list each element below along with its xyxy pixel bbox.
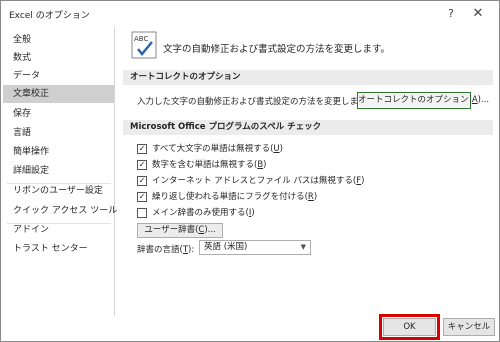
window-title: Excel のオプション — [9, 11, 90, 21]
sidebar-item-data[interactable]: データ — [3, 67, 114, 85]
sidebar-item-save[interactable]: 保存 — [3, 105, 114, 123]
abc-icon-text: ABC — [134, 35, 148, 43]
sidebar-item-advanced[interactable]: 詳細設定 — [3, 162, 114, 180]
main-dictionary-only-checkbox[interactable] — [137, 208, 147, 218]
options-sidebar: 全般 数式 データ 文章校正 保存 言語 簡単操作 詳細設定 リボンのユーザー設… — [3, 27, 138, 316]
sidebar-item-proofing[interactable]: 文章校正 — [3, 85, 114, 103]
cancel-button[interactable]: キャンセル — [443, 318, 495, 336]
abc-proofing-icon: ABC — [131, 31, 157, 59]
autocorrect-section-header: オートコレクトのオプション — [123, 70, 493, 85]
title-bar: Excel のオプション ? ✕ — [1, 1, 499, 27]
ignore-internet-paths-checkbox[interactable]: ✓ — [137, 176, 147, 186]
ignore-numbers-label: 数字を含む単語は無視する(B) — [152, 160, 267, 170]
ignore-numbers-checkbox[interactable]: ✓ — [137, 160, 147, 170]
proofing-panel: ABC 文字の自動修正および書式設定の方法を変更します。 オートコレクトのオプシ… — [117, 27, 497, 316]
autocorrect-options-button[interactable]: オートコレクトのオプション(A)... — [357, 92, 489, 109]
sidebar-item-quick-access-toolbar[interactable]: クイック アクセス ツール バー — [3, 202, 138, 220]
page-description: 文字の自動修正および書式設定の方法を変更します。 — [163, 44, 391, 55]
dictionary-language-label: 辞書の言語(T): — [137, 245, 195, 255]
sidebar-item-general[interactable]: 全般 — [3, 31, 114, 49]
ignore-uppercase-label: すべて大文字の単語は無視する(U) — [152, 144, 283, 154]
excel-options-dialog: Excel のオプション ? ✕ 全般 数式 データ 文章校正 保存 言語 簡単… — [0, 0, 500, 342]
custom-dictionaries-button[interactable]: ユーザー辞書(C)... — [137, 223, 223, 238]
ignore-internet-paths-label: インターネット アドレスとファイル パスは無視する(F) — [152, 176, 365, 186]
sidebar-item-customize-ribbon[interactable]: リボンのユーザー設定 — [3, 182, 114, 200]
autocorrect-description: 入力した文字の自動修正および書式設定の方法を変更します: — [137, 97, 370, 107]
ok-button[interactable]: OK — [383, 318, 436, 336]
flag-repeated-words-label: 繰り返し使われる単語にフラグを付ける(R) — [152, 192, 318, 202]
help-icon[interactable]: ? — [441, 4, 461, 24]
dictionary-language-select[interactable]: 英語 (米国) ▼ — [199, 240, 311, 255]
sidebar-item-trust-center[interactable]: トラスト センター — [3, 240, 114, 258]
sidebar-item-language[interactable]: 言語 — [3, 124, 114, 142]
flag-repeated-words-checkbox[interactable]: ✓ — [137, 192, 147, 202]
dictionary-language-value: 英語 (米国) — [204, 242, 248, 252]
sidebar-item-addins[interactable]: アドイン — [3, 221, 114, 239]
main-dictionary-only-label: メイン辞書のみ使用する(I) — [152, 208, 255, 218]
spelling-section-header: Microsoft Office プログラムのスペル チェック — [123, 120, 493, 135]
ignore-uppercase-checkbox[interactable]: ✓ — [137, 144, 147, 154]
sidebar-item-accessibility[interactable]: 簡単操作 — [3, 143, 114, 161]
chevron-down-icon: ▼ — [300, 243, 306, 251]
close-icon[interactable]: ✕ — [465, 4, 491, 24]
sidebar-item-formulas[interactable]: 数式 — [3, 49, 114, 67]
